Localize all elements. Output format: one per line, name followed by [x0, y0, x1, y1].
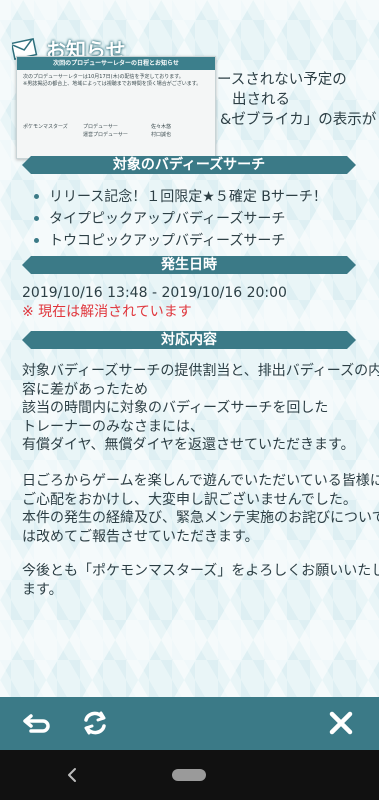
paragraph-line: 該当の時間内に対象のバディーズサーチを回した: [22, 400, 329, 416]
letter-body-line: 次のプロデューサーレターは10月17日(木)の配信を予定しております。: [23, 74, 184, 80]
back-button[interactable]: [22, 709, 52, 737]
paragraph-line: 本件の発生の経緯及び、緊急メンテ実施のお詫びについて: [22, 510, 379, 526]
list-item-label: タイプピックアップバディーズサーチ: [49, 211, 286, 227]
nav-home-pill[interactable]: [172, 769, 206, 781]
letter-name: 佐々木悠: [151, 124, 172, 130]
paragraph-line: 容に差があったため: [22, 381, 148, 398]
refresh-icon: [84, 711, 106, 735]
section-heading-target: 対象のバディーズサーチ: [22, 156, 356, 174]
list-item-label: トウコピックアップバディーズサーチ: [49, 233, 286, 249]
system-nav-bar: [0, 750, 379, 800]
section-heading-label: 対象のバディーズサーチ: [112, 157, 266, 173]
letter-title: 次回のプロデューサーレターの日程とお知らせ: [17, 57, 215, 70]
list-item-label: リリース記念！１回限定★５確定 Bサーチ！: [49, 189, 327, 205]
occurrence-period: 2019/10/16 13:48 - 2019/10/16 20:00: [22, 285, 287, 301]
list-item: トウコピックアップバディーズサーチ: [22, 230, 362, 252]
paragraph-line: は改めてご報告させていただきます。: [22, 528, 259, 545]
paragraph-line: ご心配をおかけし、大変申し訳ございませんでした。: [22, 491, 357, 508]
letter-body-line: ※男誌掲記の都合上、地域によっては視聴までお時間を頂く場合がございます。: [23, 81, 202, 87]
refresh-button[interactable]: [80, 709, 110, 737]
paragraph-line: トレーナーのみなさまには、: [22, 418, 204, 435]
response-paragraph-1: 対象バディーズサーチの提供割当と、排出バディーズの内 容に差があったため 該当の…: [22, 362, 379, 455]
bottom-action-bar: [0, 697, 379, 750]
response-paragraph-3: 今後とも「ポケモンマスターズ」をよろしくお願いいたし ます。: [22, 562, 379, 599]
letter-role: 運営プロデューサー: [83, 132, 128, 138]
resolved-status: ※ 現在は解消されています: [22, 303, 192, 320]
paragraph-line: 日ごろからゲームを楽しんで遊んでいただいている皆様に: [22, 473, 379, 489]
list-item: タイプピックアップバディーズサーチ: [22, 208, 362, 230]
section-heading-label: 対応内容: [161, 332, 217, 348]
letter-name: 村口誠也: [151, 132, 172, 138]
section-heading-label: 発生日時: [161, 257, 217, 273]
target-search-list: リリース記念！１回限定★５確定 Bサーチ！ タイプピックアップバディーズサーチ …: [22, 186, 362, 252]
list-item: リリース記念！１回限定★５確定 Bサーチ！: [22, 186, 362, 208]
close-icon: [329, 711, 353, 735]
letter-role: プロデューサー: [83, 124, 118, 130]
back-arrow-icon: [23, 714, 50, 733]
producer-letter-image: 次回のプロデューサーレターの日程とお知らせ 次のプロデューサーレターは10月17…: [16, 56, 216, 159]
date-block: 2019/10/16 13:48 - 2019/10/16 20:00 ※ 現在…: [22, 284, 362, 321]
paragraph-line: 有償ダイヤ、無償ダイヤを返還させていただきます。: [22, 437, 355, 453]
letter-sign-left: ポケモンマスターズ: [23, 124, 68, 130]
section-heading-response: 対応内容: [22, 331, 356, 349]
paragraph-line: ます。: [22, 581, 63, 598]
paragraph-line: 対象バディーズサーチの提供割当と、排出バディーズの内: [22, 363, 379, 379]
paragraph-line: 今後とも「ポケモンマスターズ」をよろしくお願いいたし: [22, 563, 379, 579]
nav-back-icon[interactable]: [66, 765, 78, 785]
section-heading-date: 発生日時: [22, 256, 356, 274]
response-paragraph-2: 日ごろからゲームを楽しんで遊んでいただいている皆様に ご心配をおかけし、大変申し…: [22, 472, 379, 546]
close-button[interactable]: [326, 709, 356, 737]
